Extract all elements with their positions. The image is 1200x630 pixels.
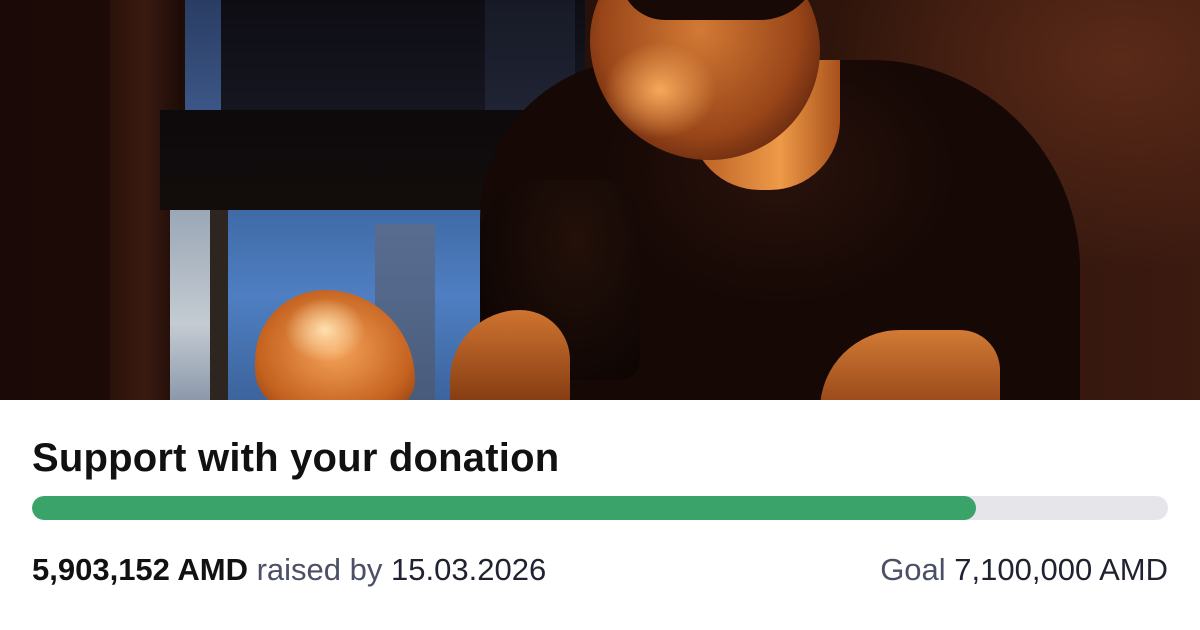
donation-progress-fill: [32, 496, 977, 520]
raised-summary: 5,903,152 AMD raised by 15.03.2026: [32, 548, 546, 592]
donation-stats: 5,903,152 AMD raised by 15.03.2026 Goal …: [32, 548, 1168, 592]
photo-window-light: [185, 0, 221, 110]
donation-card: Support with your donation 5,903,152 AMD…: [0, 0, 1200, 630]
campaign-title: Support with your donation: [32, 436, 560, 480]
raised-amount: 5,903,152 AMD: [32, 552, 248, 587]
photo-window-top: [185, 0, 585, 110]
photo-window-mullion: [210, 210, 228, 400]
photo-window-glass: [170, 210, 210, 400]
raised-label: raised by: [256, 552, 383, 587]
raised-date: 15.03.2026: [391, 552, 547, 587]
campaign-photo: [0, 0, 1200, 400]
goal-summary: Goal 7,100,000 AMD: [880, 548, 1168, 592]
goal-amount: 7,100,000 AMD: [954, 552, 1168, 587]
donation-progress-bar: [32, 496, 1168, 520]
goal-label: Goal: [880, 552, 946, 587]
